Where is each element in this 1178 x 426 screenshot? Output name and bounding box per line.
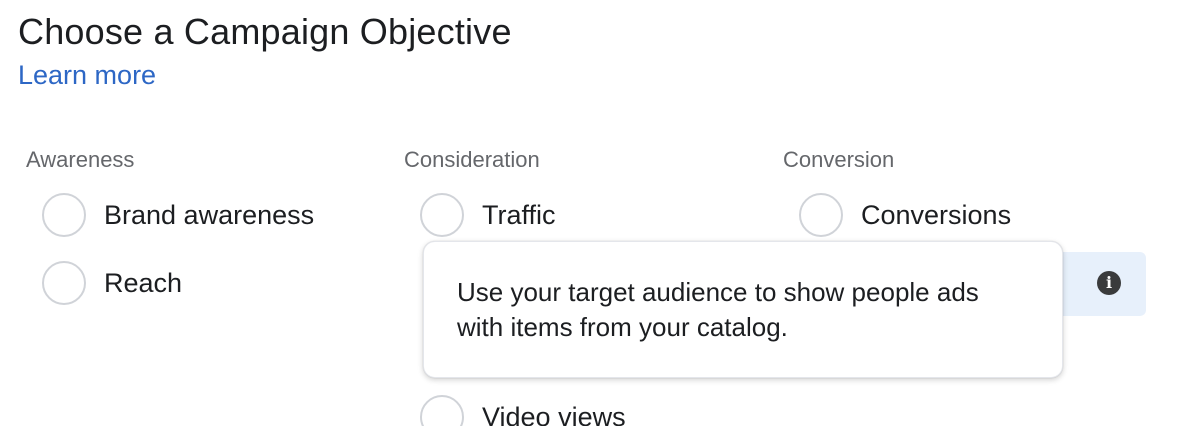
awareness-column: Awareness Brand awareness Reach [26,145,314,305]
option-label: Conversions [861,200,1012,230]
objective-option-conversions[interactable]: Conversions [799,191,1011,239]
consideration-heading: Consideration [404,147,540,172]
objective-option-brand-awareness[interactable]: Brand awareness [42,191,314,239]
campaign-objective-page: Choose a Campaign Objective Learn more A… [0,0,1178,426]
option-label: Brand awareness [104,200,315,230]
page-title: Choose a Campaign Objective [18,11,512,52]
option-label: Reach [104,268,183,298]
consideration-column: Consideration Traffic Video views [404,145,626,426]
objective-option-traffic[interactable]: Traffic [420,191,556,239]
awareness-heading: Awareness [26,147,135,172]
radio-button[interactable] [420,395,464,426]
learn-more-link[interactable]: Learn more [18,58,156,92]
objective-option-reach[interactable]: Reach [42,259,182,307]
radio-button[interactable] [42,261,86,305]
radio-button[interactable] [799,193,843,237]
objective-option-video-views[interactable]: Video views [420,393,626,426]
option-label: Traffic [482,200,556,230]
option-label: Video views [482,402,626,426]
radio-button[interactable] [42,193,86,237]
info-icon[interactable]: i [1097,271,1121,295]
objective-tooltip: Use your target audience to show people … [423,241,1063,378]
radio-button[interactable] [420,193,464,237]
conversion-column: Conversion Conversions [783,145,1011,237]
conversion-heading: Conversion [783,147,895,172]
tooltip-text: Use your target audience to show people … [457,277,979,342]
